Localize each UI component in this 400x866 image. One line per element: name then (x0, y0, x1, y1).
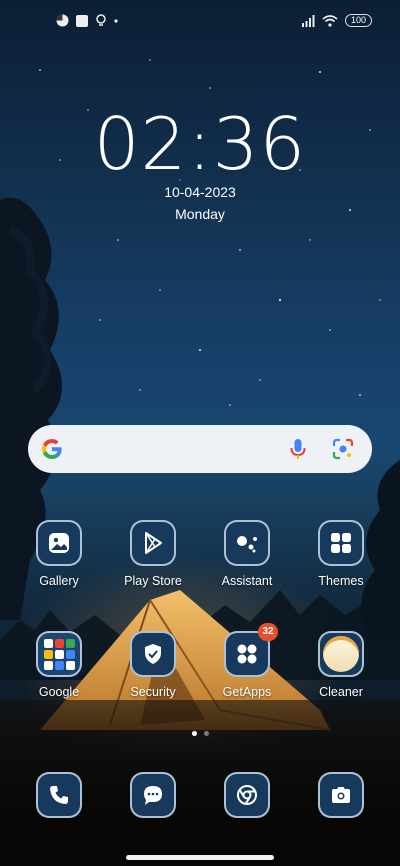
clock-time[interactable]: 02:36 (0, 102, 400, 186)
app-gallery[interactable]: Gallery (19, 520, 99, 588)
app-label: Cleaner (319, 685, 363, 699)
app-cleaner[interactable]: Cleaner (301, 631, 381, 699)
chrome-icon[interactable] (224, 772, 270, 818)
page-dot (203, 731, 209, 736)
app-folder-google[interactable]: Google (19, 631, 99, 699)
cleaner-icon[interactable] (318, 631, 364, 677)
app-getapps[interactable]: 32 GetApps (207, 623, 287, 699)
play-store-icon[interactable] (130, 520, 176, 566)
voice-search-icon[interactable] (288, 437, 308, 461)
themes-icon[interactable] (318, 520, 364, 566)
google-search-bar[interactable] (28, 425, 372, 473)
google-lens-icon[interactable] (332, 438, 354, 460)
dock-chrome[interactable] (207, 772, 287, 818)
battery-indicator: 100 (344, 14, 372, 27)
app-label: Security (130, 685, 176, 699)
app-label: Google (38, 685, 80, 699)
dock-camera[interactable] (301, 772, 381, 818)
signal-icon (301, 14, 315, 27)
app-label: Themes (318, 574, 364, 588)
app-assistant[interactable]: Assistant (207, 520, 287, 588)
dock-phone[interactable] (19, 772, 99, 818)
google-g-icon (42, 439, 62, 459)
page-dot-active (191, 731, 197, 736)
dock-messages[interactable] (113, 772, 193, 818)
clock-weekday: Monday (175, 206, 225, 222)
notification-app-icon (56, 14, 69, 27)
getapps-icon[interactable]: 32 (224, 623, 278, 677)
app-themes[interactable]: Themes (301, 520, 381, 588)
app-label: Gallery (39, 574, 79, 588)
app-play-store[interactable]: Play Store (113, 520, 193, 588)
home-gesture-bar[interactable] (126, 855, 274, 860)
messages-icon[interactable] (130, 772, 176, 818)
dot-icon (114, 18, 118, 23)
phone-icon[interactable] (36, 772, 82, 818)
status-bar: 100 (0, 10, 400, 34)
app-label: Assistant (221, 574, 273, 588)
location-pin-icon (96, 14, 106, 26)
assistant-icon[interactable] (224, 520, 270, 566)
google-folder-icon[interactable] (36, 631, 82, 677)
app-label: GetApps (222, 685, 272, 699)
page-indicator (0, 731, 400, 736)
app-label: Play Store (124, 574, 182, 588)
notification-square-icon (76, 14, 88, 27)
camera-icon[interactable] (318, 772, 364, 818)
notification-badge: 32 (258, 623, 278, 641)
security-icon[interactable] (130, 631, 176, 677)
wifi-icon (322, 14, 338, 27)
gallery-icon[interactable] (36, 520, 82, 566)
clock-date: 10-04-2023 (164, 184, 236, 200)
app-security[interactable]: Security (113, 631, 193, 699)
